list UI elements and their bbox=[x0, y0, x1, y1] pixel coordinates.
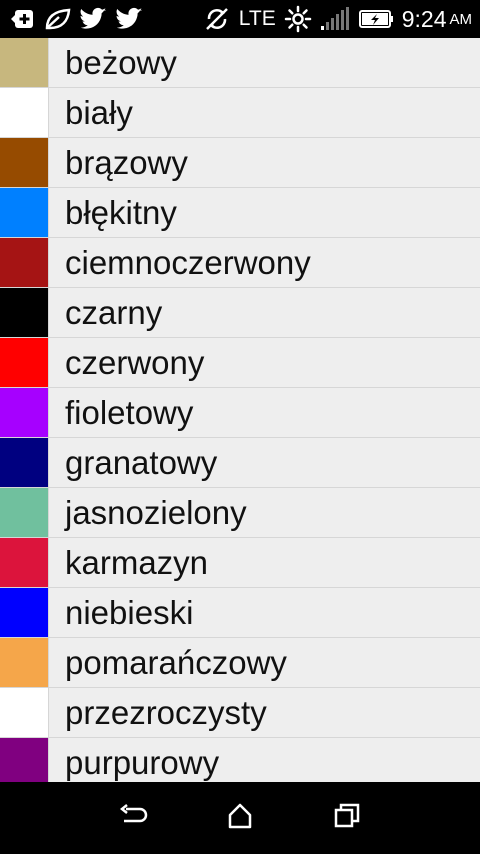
color-name-label: purpurowy bbox=[48, 738, 480, 782]
brightness-icon bbox=[284, 5, 312, 33]
color-name-label: czerwony bbox=[48, 338, 480, 387]
color-list-item[interactable]: purpurowy bbox=[0, 738, 480, 782]
network-type: LTE bbox=[238, 7, 276, 30]
color-list-item[interactable]: fioletowy bbox=[0, 388, 480, 438]
twitter-icon bbox=[116, 5, 144, 33]
clock-time: 9:24 bbox=[401, 5, 447, 32]
color-list-item[interactable]: biały bbox=[0, 88, 480, 138]
color-name-label: beżowy bbox=[48, 38, 480, 87]
color-list: beżowy biały brązowy błękitny ciemnoczerwony… bbox=[0, 38, 480, 782]
twitter-icon bbox=[80, 5, 108, 33]
color-name-label: jasnozielony bbox=[48, 488, 480, 537]
color-list-item[interactable]: czerwony bbox=[0, 338, 480, 388]
status-bar: LTE 9:24 AM bbox=[0, 0, 480, 38]
color-swatch bbox=[0, 638, 48, 687]
color-swatch bbox=[0, 338, 48, 387]
color-swatch bbox=[0, 88, 48, 137]
color-list-item[interactable]: niebieski bbox=[0, 588, 480, 638]
color-list-item[interactable]: granatowy bbox=[0, 438, 480, 488]
color-swatch bbox=[0, 38, 48, 87]
color-swatch bbox=[0, 188, 48, 237]
color-list-item[interactable]: przezroczysty bbox=[0, 688, 480, 738]
recents-icon bbox=[333, 802, 361, 835]
color-list-item[interactable]: beżowy bbox=[0, 38, 480, 88]
color-name-label: błękitny bbox=[48, 188, 480, 237]
color-swatch bbox=[0, 138, 48, 187]
system-icons: LTE 9:24 AM bbox=[203, 5, 472, 33]
color-swatch bbox=[0, 688, 48, 737]
color-name-label: biały bbox=[48, 88, 480, 137]
color-swatch bbox=[0, 588, 48, 637]
color-name-label: karmazyn bbox=[48, 538, 480, 587]
notification-icons bbox=[10, 5, 144, 33]
color-list-item[interactable]: pomarańczowy bbox=[0, 638, 480, 688]
color-list-item[interactable]: brązowy bbox=[0, 138, 480, 188]
color-list-item[interactable]: czarny bbox=[0, 288, 480, 338]
home-button[interactable] bbox=[210, 788, 270, 848]
signal-icon bbox=[320, 5, 350, 33]
color-name-label: granatowy bbox=[48, 438, 480, 487]
color-name-label: fioletowy bbox=[48, 388, 480, 437]
color-list-item[interactable]: karmazyn bbox=[0, 538, 480, 588]
leaf-icon bbox=[44, 5, 72, 33]
color-name-label: czarny bbox=[48, 288, 480, 337]
color-name-label: przezroczysty bbox=[48, 688, 480, 737]
color-list-item[interactable]: ciemnoczerwony bbox=[0, 238, 480, 288]
recents-button[interactable] bbox=[317, 788, 377, 848]
color-name-label: brązowy bbox=[48, 138, 480, 187]
color-swatch bbox=[0, 438, 48, 487]
battery-charging-icon bbox=[358, 5, 394, 33]
clock-ampm: AM bbox=[449, 10, 473, 28]
color-swatch bbox=[0, 538, 48, 587]
home-icon bbox=[226, 802, 254, 835]
add-box-icon bbox=[10, 5, 36, 33]
back-icon bbox=[118, 803, 148, 834]
navigation-bar bbox=[0, 782, 480, 854]
color-name-label: ciemnoczerwony bbox=[48, 238, 480, 287]
color-name-label: niebieski bbox=[48, 588, 480, 637]
sync-off-icon bbox=[203, 5, 231, 33]
color-swatch bbox=[0, 738, 48, 782]
color-list-item[interactable]: błękitny bbox=[0, 188, 480, 238]
color-swatch bbox=[0, 238, 48, 287]
color-swatch bbox=[0, 288, 48, 337]
color-list-item[interactable]: jasnozielony bbox=[0, 488, 480, 538]
color-name-label: pomarańczowy bbox=[48, 638, 480, 687]
color-swatch bbox=[0, 388, 48, 437]
color-swatch bbox=[0, 488, 48, 537]
back-button[interactable] bbox=[103, 788, 163, 848]
